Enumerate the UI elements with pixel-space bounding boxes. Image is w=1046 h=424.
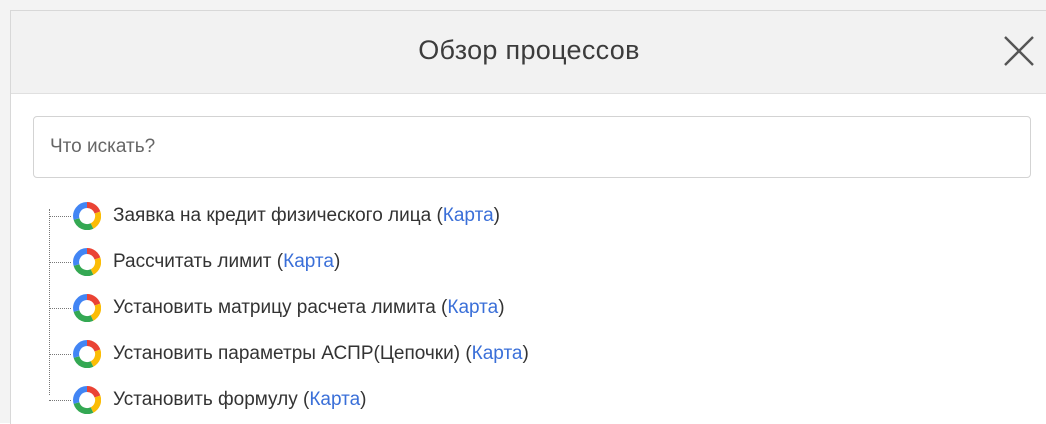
process-name: Рассчитать лимит [113, 251, 272, 272]
process-label: Установить матрицу расчета лимита (Карта… [113, 297, 505, 318]
process-label: Заявка на кредит физического лица (Карта… [113, 205, 500, 226]
tree-item[interactable]: Установить формулу (Карта) [49, 377, 1029, 423]
map-link[interactable]: Карта [447, 297, 498, 318]
tree-item[interactable]: Установить параметры АСПР(Цепочки) (Карт… [49, 331, 1029, 377]
process-ring-icon [73, 340, 101, 368]
process-name: Установить матрицу расчета лимита [113, 297, 436, 318]
process-label: Установить формулу (Карта) [113, 389, 367, 410]
process-tree: Заявка на кредит физического лица (Карта… [49, 193, 1029, 423]
process-label: Установить параметры АСПР(Цепочки) (Карт… [113, 343, 529, 364]
tree-branch [49, 215, 71, 217]
process-ring-icon [73, 202, 101, 230]
map-link[interactable]: Карта [283, 251, 334, 272]
map-link[interactable]: Карта [472, 343, 523, 364]
process-name: Установить формулу [113, 389, 298, 410]
backdrop [0, 0, 1046, 10]
tree-branch [49, 261, 71, 263]
map-link[interactable]: Карта [443, 205, 494, 226]
tree-branch [49, 353, 71, 355]
process-ring-icon [73, 386, 101, 414]
tree-branch [49, 399, 71, 401]
dialog-title: Обзор процессов [418, 35, 640, 65]
dialog-header: Обзор процессов [11, 11, 1046, 94]
backdrop-side [0, 0, 10, 423]
tree-branch [49, 307, 71, 309]
tree-item[interactable]: Заявка на кредит физического лица (Карта… [49, 193, 1029, 239]
close-x-icon [1004, 36, 1034, 66]
process-name: Установить параметры АСПР(Цепочки) [113, 343, 461, 364]
process-overview-dialog: Обзор процессов Заявка на кредит физичес… [10, 10, 1046, 424]
process-name: Заявка на кредит физического лица [113, 205, 432, 226]
process-ring-icon [73, 294, 101, 322]
close-button[interactable] [1001, 33, 1037, 69]
tree-item[interactable]: Установить матрицу расчета лимита (Карта… [49, 285, 1029, 331]
search-input[interactable] [33, 116, 1031, 178]
map-link[interactable]: Карта [309, 389, 360, 410]
process-label: Рассчитать лимит (Карта) [113, 251, 341, 272]
tree-item[interactable]: Рассчитать лимит (Карта) [49, 239, 1029, 285]
process-ring-icon [73, 248, 101, 276]
